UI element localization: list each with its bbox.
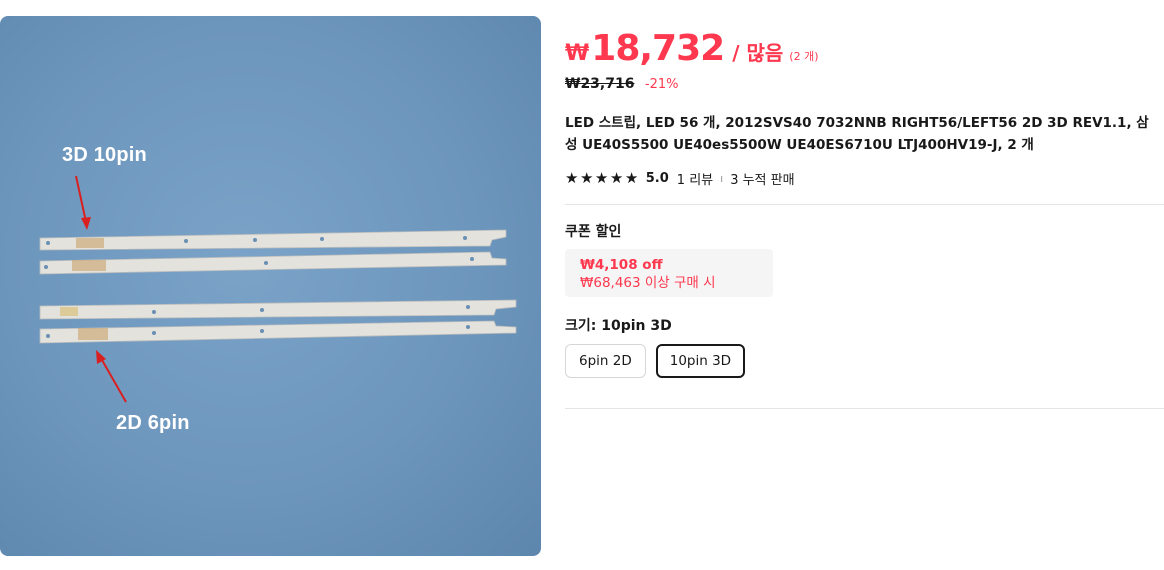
label-3d-10pin: 3D 10pin — [62, 144, 147, 166]
coupon-amount: ₩4,108 off — [580, 257, 663, 273]
coupon-heading: 쿠폰 할인 — [565, 224, 622, 240]
star-icon: ★ — [609, 168, 624, 187]
sale-price: 18,732 — [591, 28, 725, 69]
led-strip-1 — [39, 229, 507, 251]
unit-count: (2 개) — [789, 50, 819, 63]
original-price: ₩23,716 — [565, 76, 635, 92]
arrow-bottom — [96, 350, 127, 403]
discount-percent: -21% — [644, 77, 679, 92]
original-price-row: ₩23,716 -21% — [565, 76, 1164, 96]
sold-count: 3 누적 판매 — [730, 172, 795, 188]
coupon-condition: ₩68,463 이상 구매 시 — [580, 275, 716, 291]
size-heading: 크기: 10pin 3D — [565, 318, 672, 334]
star-icon: ★ — [565, 168, 579, 187]
led-strip-2 — [39, 251, 507, 275]
led-strip-3 — [39, 299, 517, 320]
size-options: 6pin 2D 10pin 3D — [565, 344, 1164, 378]
size-option-10pin-3d[interactable]: 10pin 3D — [655, 344, 746, 378]
arrow-top — [75, 175, 91, 230]
price-unit: / 많음 — [732, 41, 784, 65]
coupon-card[interactable]: ₩4,108 off ₩68,463 이상 구매 시 — [565, 249, 773, 297]
review-count-link[interactable]: 1 리뷰 — [677, 169, 713, 188]
led-strips-photo — [39, 175, 517, 403]
led-strip-4 — [39, 320, 517, 344]
label-2d-6pin: 2D 6pin — [116, 412, 190, 434]
product-title: LED 스트립, LED 56 개, 2012SVS40 7032NNB RIG… — [565, 115, 1149, 153]
separator: ı — [720, 171, 724, 185]
product-image[interactable]: 3D 10pin 2D 6pin — [0, 16, 541, 556]
rating-score: 5.0 — [645, 170, 669, 186]
star-icon: ★ — [579, 168, 594, 187]
divider — [565, 408, 1164, 409]
size-option-6pin-2d[interactable]: 6pin 2D — [565, 344, 646, 378]
rating-row: ★ ★ ★ ★ ★ 5.0 1 리뷰 ı 3 누적 판매 — [565, 168, 1164, 188]
star-icon: ★ — [624, 168, 639, 187]
price-row: ₩ 18,732 / 많음 (2 개) — [565, 28, 1164, 74]
currency-symbol: ₩ — [565, 41, 590, 66]
product-info: ₩ 18,732 / 많음 (2 개) ₩23,716 -21% LED 스트립… — [565, 28, 1164, 409]
divider — [565, 204, 1164, 205]
star-icon: ★ — [594, 168, 609, 187]
star-rating: ★ ★ ★ ★ ★ — [565, 168, 640, 187]
